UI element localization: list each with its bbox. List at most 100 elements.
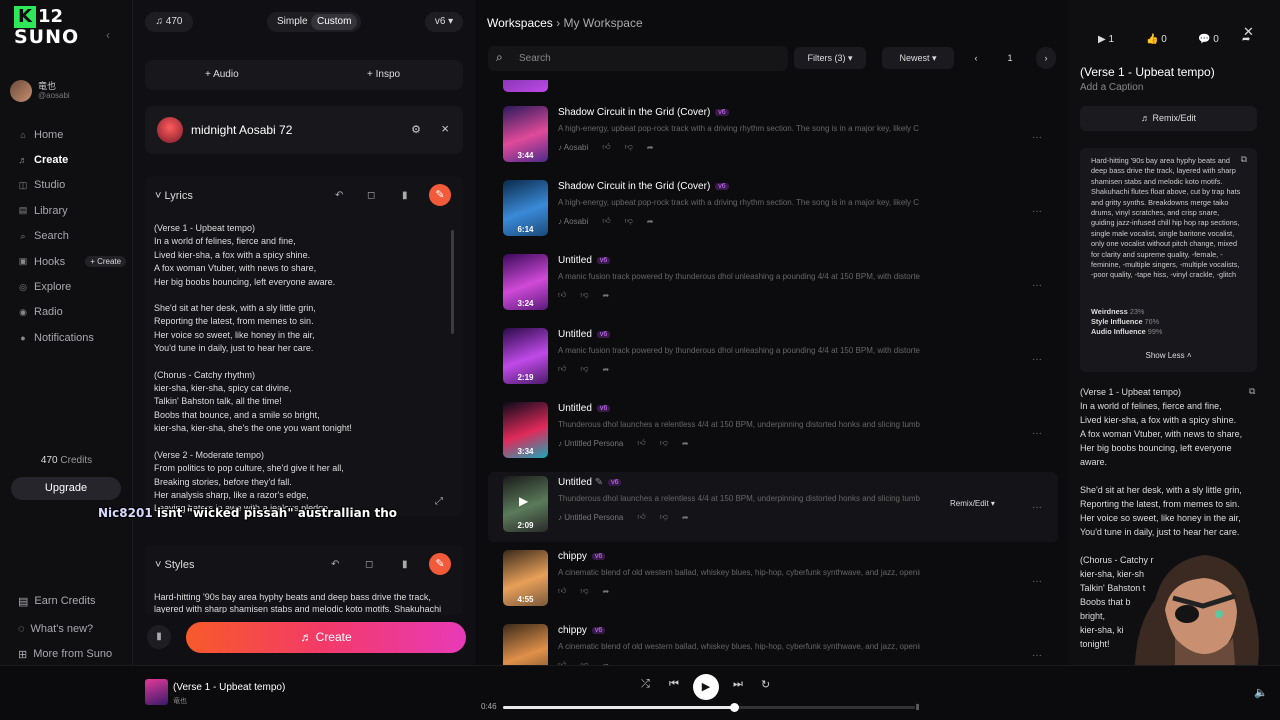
thumbs-up-icon[interactable]: 👍︎ [637, 438, 645, 448]
song-cover[interactable]: ▶ 2:09 [503, 476, 548, 532]
expand-icon[interactable]: ◻ [367, 190, 375, 201]
gear-icon[interactable]: ⚙ [411, 123, 421, 136]
close-icon[interactable]: ✕ [1243, 24, 1254, 40]
persona-link[interactable]: ♪ Aosabi [558, 217, 588, 226]
play-icon[interactable]: ▶ [519, 494, 528, 508]
share-icon[interactable]: ➦ [682, 513, 689, 522]
styles-header[interactable]: ˅ Styles [155, 559, 194, 571]
thumbs-down-icon[interactable]: 👎︎ [660, 438, 668, 448]
hooks-create-button[interactable]: + Create [85, 256, 127, 268]
persona-card[interactable]: midnight Aosabi 72 ⚙ × [145, 106, 463, 154]
persona-link[interactable]: ♪ Aosabi [558, 143, 588, 152]
more-options-icon[interactable]: ··· [1032, 502, 1042, 513]
magic-wand-button[interactable]: ✎ [429, 184, 451, 206]
close-icon[interactable]: × [441, 121, 449, 136]
thumbs-up-icon[interactable]: 👍︎ [558, 290, 566, 300]
play-button[interactable]: ▶ [693, 674, 719, 700]
share-icon[interactable]: ➦ [603, 587, 610, 596]
undo-icon[interactable]: ↶ [335, 190, 343, 201]
remix-edit-button[interactable]: ♬ Remix/Edit [1080, 106, 1257, 131]
song-title[interactable]: chippy v6 [558, 625, 606, 636]
thumbs-up-icon[interactable]: 👍︎ [602, 142, 610, 152]
copy-icon[interactable]: ◻ [365, 559, 373, 570]
song-title[interactable]: Untitled v6 [558, 329, 611, 340]
nav-item-explore[interactable]: ◎ Explore [18, 274, 126, 299]
song-cover[interactable] [503, 80, 548, 92]
show-less-button[interactable]: Show Less ˄ [1080, 351, 1257, 360]
mode-custom[interactable]: Custom [311, 14, 358, 30]
more-options-icon[interactable]: ··· [1032, 428, 1042, 439]
search-bar[interactable]: ⌕ Search [488, 46, 788, 71]
nav-item-hooks[interactable]: ▣ Hooks + Create [18, 249, 127, 274]
song-cover[interactable]: 6:14 [503, 180, 548, 236]
collapse-sidebar-icon[interactable]: ‹ [106, 28, 110, 42]
thumbs-down-icon[interactable]: 👎︎ [625, 216, 633, 226]
progress-bar[interactable] [503, 703, 915, 712]
version-select[interactable]: v6 ▾ [425, 12, 463, 32]
thumbs-down-icon[interactable]: 👎︎ [660, 512, 668, 522]
share-icon[interactable]: ➦ [603, 291, 610, 300]
song-title[interactable]: Untitled v6 [558, 403, 611, 414]
song-row[interactable]: 2:19 Untitled v6 A manic fusion track power… [488, 324, 1058, 394]
nav-item-home[interactable]: ⌂ Home [18, 122, 126, 147]
song-title[interactable]: Shadow Circuit in the Grid (Cover) v6 [558, 181, 729, 192]
trash-icon[interactable]: ▮ [402, 559, 408, 570]
song-title[interactable]: chippy v6 [558, 551, 606, 562]
repeat-icon[interactable]: ↻ [761, 678, 770, 691]
song-title[interactable]: Untitled v6 [558, 255, 611, 266]
sort-button[interactable]: Newest ▾ [882, 47, 954, 69]
breadcrumb-root[interactable]: Workspaces [487, 16, 553, 30]
now-playing-title[interactable]: (Verse 1 - Upbeat tempo) [173, 682, 285, 693]
more-options-icon[interactable]: ··· [1032, 576, 1042, 587]
nav-item-library[interactable]: ▤ Library [18, 198, 126, 223]
nav-item-create[interactable]: ♬ Create [18, 147, 126, 172]
song-cover[interactable]: 2:19 [503, 328, 548, 384]
thumbs-down-icon[interactable]: 👎︎ [580, 364, 588, 374]
song-cover[interactable]: 3:34 [503, 402, 548, 458]
add-caption-link[interactable]: Add a Caption [1080, 82, 1143, 93]
thumbs-down-icon[interactable]: 👎︎ [580, 586, 588, 596]
lyrics-header[interactable]: ˅ Lyrics [155, 190, 193, 202]
previous-icon[interactable]: ⏮ [669, 678, 679, 691]
song-row[interactable]: 3:44 Shadow Circuit in the Grid (Cover) v6… [488, 102, 1058, 172]
nav-earn-credits[interactable]: ▤ Earn Credits [18, 595, 96, 608]
thumbs-up-icon[interactable]: 👍︎ [558, 586, 566, 596]
thumbs-up-icon[interactable]: 👍︎ [558, 364, 566, 374]
like-count[interactable]: 👍 0 [1146, 34, 1167, 45]
share-icon[interactable]: ➦ [682, 439, 689, 448]
progress-handle[interactable] [729, 703, 739, 712]
now-playing-artist[interactable]: 竜也 [173, 696, 187, 706]
styles-text[interactable]: Hard-hitting '90s bay area hyphy beats a… [154, 591, 444, 613]
nav-more-from-suno[interactable]: ⊞ More from Suno [18, 648, 112, 661]
mode-simple[interactable]: Simple [271, 14, 314, 30]
add-audio-button[interactable]: + Audio [205, 60, 239, 90]
next-icon[interactable]: ⏭ [733, 678, 743, 691]
trash-icon[interactable]: ▮ [402, 190, 408, 201]
undo-icon[interactable]: ↶ [331, 559, 339, 570]
more-options-icon[interactable]: ··· [1032, 206, 1042, 217]
song-row[interactable]: 6:14 Shadow Circuit in the Grid (Cover) v6… [488, 176, 1058, 246]
nav-item-radio[interactable]: ◉ Radio [18, 300, 126, 325]
now-playing-thumb[interactable] [145, 679, 168, 705]
song-row[interactable]: 4:55 chippy v6 A cinematic blend of old wes… [488, 546, 1058, 616]
thumbs-down-icon[interactable]: 👎︎ [625, 142, 633, 152]
more-options-icon[interactable]: ··· [1032, 132, 1042, 143]
create-button[interactable]: ♬ Create [186, 622, 466, 653]
song-row[interactable]: 3:34 Untitled v6 Thunderous dhol launches a… [488, 398, 1058, 468]
credits-pill[interactable]: ♫ 470 [145, 12, 193, 32]
suno-logo[interactable]: K 12 SUNO [14, 6, 79, 48]
comment-count[interactable]: 💬 0 [1198, 34, 1219, 45]
song-row[interactable]: 3:24 Untitled v6 A manic fusion track power… [488, 250, 1058, 320]
magic-wand-button[interactable]: ✎ [429, 553, 451, 575]
song-row[interactable]: ▶ 2:09 Untitled ✎ v6 Thunderous dhol launche… [488, 472, 1058, 542]
share-icon[interactable]: ➦ [647, 143, 654, 152]
remix-edit-button[interactable]: Remix/Edit ▾ [935, 493, 1010, 515]
edit-icon[interactable]: ✎ [595, 477, 603, 488]
clear-button[interactable]: ▮ [147, 625, 171, 649]
nav-item-studio[interactable]: ◫ Studio [18, 173, 126, 198]
more-options-icon[interactable]: ··· [1032, 354, 1042, 365]
shuffle-icon[interactable]: ⤮ [641, 678, 650, 691]
song-cover[interactable]: 3:44 [503, 106, 548, 162]
copy-icon[interactable]: ⧉ [1241, 154, 1247, 165]
more-options-icon[interactable]: ··· [1032, 650, 1042, 661]
